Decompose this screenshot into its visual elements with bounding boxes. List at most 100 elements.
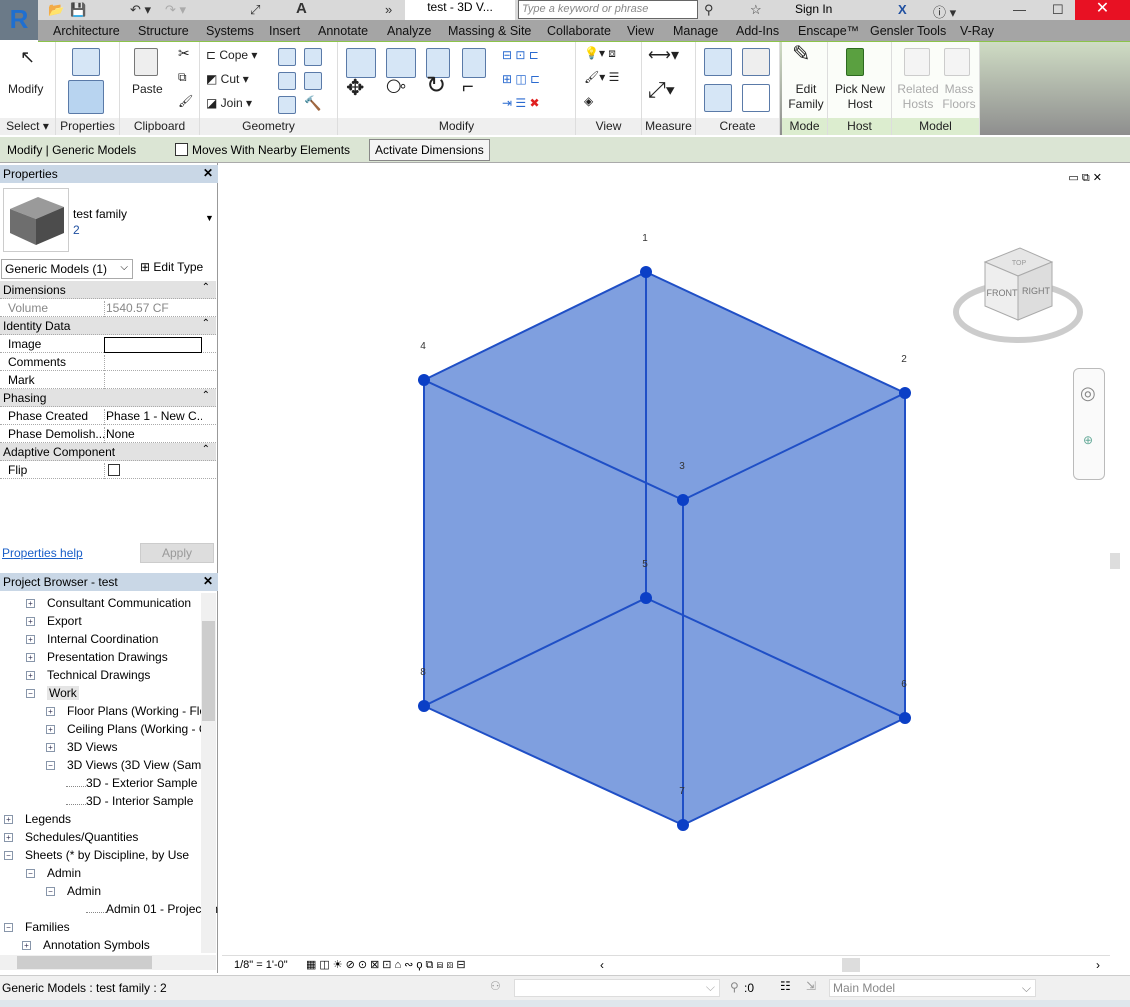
sign-in-button[interactable]: Sign In (795, 2, 832, 16)
tab-gensler-tools[interactable]: Gensler Tools (870, 24, 946, 38)
copy-element-icon[interactable]: ⧂ (386, 77, 406, 97)
tab-view[interactable]: View (627, 24, 654, 38)
split-icon[interactable]: ⊟ ⊡ ⊏ (502, 48, 539, 63)
tree-item[interactable]: − Work (26, 686, 79, 700)
steering-wheel-icon[interactable]: ◎ (1080, 383, 1096, 404)
maximize-button[interactable]: ☐ (1052, 2, 1064, 18)
search-input[interactable]: Type a keyword or phrase (518, 0, 698, 19)
tree-item[interactable]: − Sheets (* by Discipline, by Use (4, 848, 189, 862)
create-group-icon[interactable] (742, 84, 770, 112)
properties-help-link[interactable]: Properties help (2, 546, 83, 560)
section-header[interactable]: Identity Data ⌃ (0, 317, 216, 335)
mass-floors-button[interactable]: Mass Floors (940, 82, 978, 112)
edit-profile-icon[interactable] (278, 96, 296, 114)
revit-logo[interactable]: R (0, 0, 38, 40)
flip-checkbox[interactable] (104, 463, 202, 479)
text-icon[interactable]: A (296, 0, 307, 17)
expand-icon[interactable]: + (22, 941, 31, 951)
moves-with-checkbox[interactable] (175, 143, 188, 156)
collapse-icon[interactable]: ⌃ (202, 282, 210, 293)
property-value[interactable]: None (104, 427, 202, 443)
align-icon[interactable] (346, 48, 376, 78)
scroll-right-icon[interactable]: › (1096, 958, 1100, 972)
tab-systems[interactable]: Systems (206, 24, 254, 38)
cope-button[interactable]: ⊏ Cope ▾ (206, 48, 257, 63)
tree-item[interactable]: + Schedules/Quantities (4, 830, 138, 844)
expand-icon[interactable]: + (4, 815, 13, 825)
apply-button[interactable]: Apply (140, 543, 214, 563)
move-icon[interactable]: ✥ (346, 77, 364, 99)
tab-manage[interactable]: Manage (673, 24, 718, 38)
tree-item[interactable]: 3D - Interior Sample (66, 794, 193, 808)
collapse-icon[interactable]: − (4, 851, 13, 861)
section-header[interactable]: Dimensions ⌃ (0, 281, 216, 299)
design-option-dropdown[interactable]: Main Model ⌵ (829, 979, 1036, 997)
property-value[interactable]: Phase 1 - New C... (104, 409, 202, 425)
tab-annotate[interactable]: Annotate (318, 24, 368, 38)
join-button[interactable]: ◪ Join ▾ (206, 96, 252, 111)
view-icon[interactable]: ◈ (584, 94, 593, 109)
help-icon[interactable]: ⓘ ▾ (933, 2, 956, 21)
zoom-icon[interactable]: ⊕ (1083, 433, 1093, 447)
property-value[interactable] (104, 355, 202, 371)
editable-only-icon[interactable]: ☷ (780, 979, 791, 993)
tree-item[interactable]: + Presentation Drawings (26, 650, 168, 664)
tab-v-ray[interactable]: V-Ray (960, 24, 994, 38)
scale-icon[interactable]: ⇥ ☰ ✖ (502, 96, 540, 111)
redo-icon[interactable]: ↷ ▾ (165, 2, 186, 18)
tree-item[interactable]: + Internal Coordination (26, 632, 158, 646)
create-similar-icon[interactable] (742, 48, 770, 76)
collapse-icon[interactable]: ⌃ (202, 390, 210, 401)
pick-new-host-button[interactable]: Pick New Host (830, 82, 890, 112)
select-dropdown[interactable]: Select ▾ (0, 118, 55, 135)
tree-item[interactable]: + Annotation Symbols (22, 938, 150, 952)
horizontal-scroll-thumb[interactable] (842, 958, 860, 972)
more-icon[interactable]: » (385, 2, 392, 17)
tab-structure[interactable]: Structure (138, 24, 189, 38)
expand-icon[interactable]: + (26, 617, 35, 627)
split-face-icon[interactable] (278, 72, 296, 90)
scroll-left-icon[interactable]: ‹ (600, 958, 604, 972)
tab-architecture[interactable]: Architecture (53, 24, 120, 38)
type-properties-icon[interactable] (72, 48, 100, 76)
tab-analyze[interactable]: Analyze (387, 24, 431, 38)
related-hosts-button[interactable]: Related Hosts (896, 82, 940, 112)
property-value[interactable] (104, 373, 202, 389)
expand-icon[interactable]: + (26, 599, 35, 609)
binoculars-icon[interactable]: ⚲ (704, 2, 714, 18)
create-parts-icon[interactable] (704, 84, 732, 112)
expand-icon[interactable]: + (26, 653, 35, 663)
undo-icon[interactable]: ↶ ▾ (130, 2, 151, 18)
tree-item[interactable]: − Admin (26, 866, 81, 880)
tab-collaborate[interactable]: Collaborate (547, 24, 611, 38)
close-icon[interactable]: ✕ (203, 574, 213, 588)
browser-horizontal-scrollbar[interactable] (0, 955, 216, 970)
property-value[interactable] (104, 337, 202, 353)
minimize-button[interactable]: — (1013, 2, 1026, 17)
tab-insert[interactable]: Insert (269, 24, 300, 38)
expand-icon[interactable]: + (4, 833, 13, 843)
tree-item[interactable]: − 3D Views (3D View (Samp (46, 758, 208, 772)
tree-item[interactable]: + Ceiling Plans (Working - C (46, 722, 208, 736)
expand-icon[interactable]: + (26, 635, 35, 645)
collapse-icon[interactable]: − (26, 689, 35, 699)
measure-icon[interactable]: ⤢ (250, 2, 260, 18)
tree-item[interactable]: + Technical Drawings (26, 668, 150, 682)
paint-icon[interactable] (304, 48, 322, 66)
uncut-icon[interactable] (304, 72, 322, 90)
view-scale[interactable]: 1/8" = 1'-0" (234, 959, 288, 971)
activate-dimensions-button[interactable]: Activate Dimensions (369, 139, 490, 161)
tree-item[interactable]: − Admin (46, 884, 101, 898)
view-control-icons[interactable]: ▦◫☀⊘⊙⊠⊡⌂∾ϙ⧉⧈⧇⊟ (306, 958, 469, 972)
filter-icon[interactable]: ⚲ (730, 980, 739, 994)
open-icon[interactable]: 📂 (48, 2, 64, 18)
cut-geometry-button[interactable]: ◩ Cut ▾ (206, 72, 249, 87)
save-icon[interactable]: 💾 (70, 2, 86, 18)
collapse-icon[interactable]: − (46, 887, 55, 897)
properties-icon[interactable] (68, 80, 104, 114)
tree-item[interactable]: Admin 01 - Project In (86, 902, 218, 916)
expand-icon[interactable]: + (46, 743, 55, 753)
property-value[interactable]: 1540.57 CF (104, 301, 202, 317)
tree-item[interactable]: + Floor Plans (Working - Flo (46, 704, 206, 718)
measure-distance-icon[interactable]: ⟷▾ (648, 48, 679, 64)
